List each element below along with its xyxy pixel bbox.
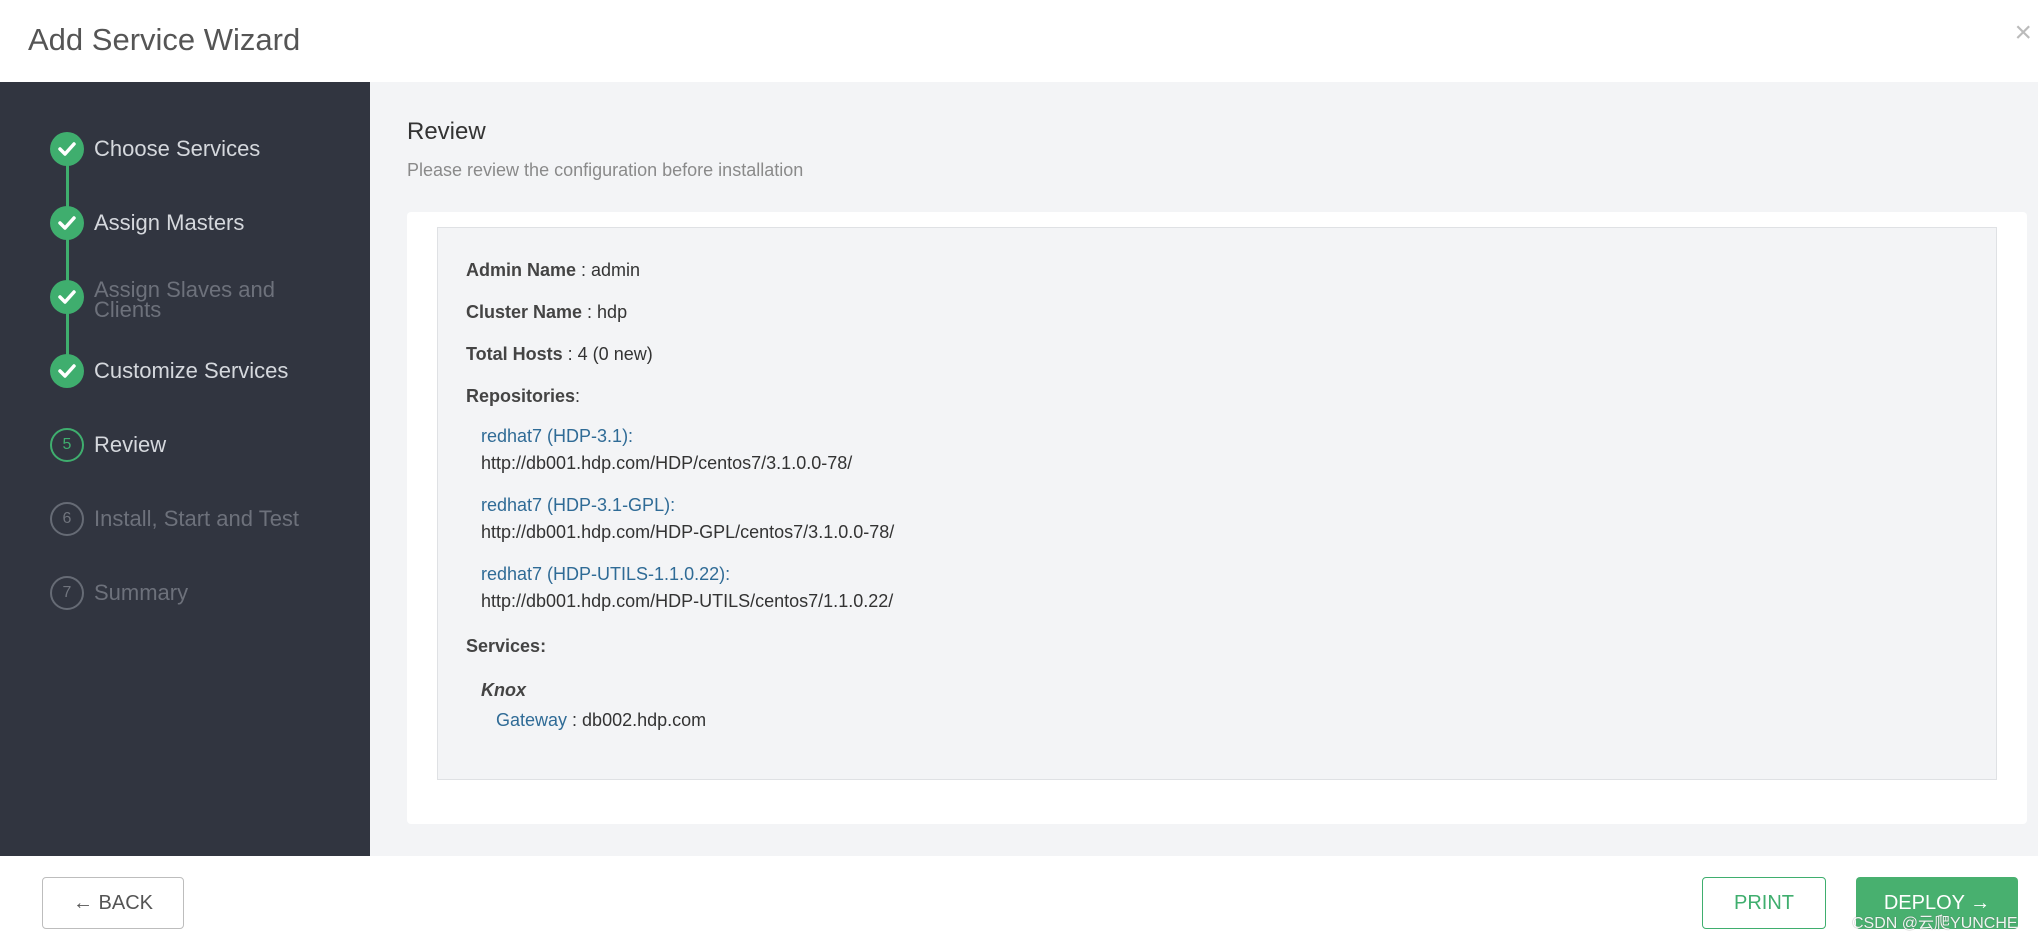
step-install-start-test: 6 Install, Start and Test [50, 502, 304, 536]
check-icon [50, 354, 84, 388]
step-label: Install, Start and Test [94, 506, 300, 531]
repo-url: http://db001.hdp.com/HDP/centos7/3.1.0.0… [481, 453, 853, 473]
service-name: Knox [481, 680, 526, 700]
step-assign-slaves-clients: Assign Slaves and Clients [50, 277, 304, 322]
review-card: Admin Name : admin Cluster Name : hdp To… [407, 212, 2027, 824]
step-assign-masters[interactable]: Assign Masters [50, 206, 304, 240]
step-review: 5 Review [50, 428, 304, 462]
close-icon[interactable]: × [2014, 18, 2032, 48]
review-summary: Admin Name : admin Cluster Name : hdp To… [437, 227, 1997, 780]
step-label: Assign Slaves and Clients [94, 277, 275, 322]
repo-url: http://db001.hdp.com/HDP-GPL/centos7/3.1… [481, 522, 895, 542]
cluster-name-value: : hdp [582, 302, 628, 322]
repo-item: redhat7 (HDP-3.1-GPL): http://db001.hdp.… [481, 495, 894, 543]
services-label: Services: [466, 636, 547, 656]
step-label: Choose Services [94, 136, 261, 161]
admin-name-value: : admin [576, 260, 641, 280]
repo-name: redhat7 (HDP-3.1): [481, 426, 634, 446]
repo-item: redhat7 (HDP-UTILS-1.1.0.22): http://db0… [481, 564, 893, 612]
admin-name-row: Admin Name : admin [466, 260, 640, 281]
repositories-row: Repositories: [466, 386, 580, 407]
services-row: Services: [466, 636, 546, 657]
step-label: Assign Masters [94, 210, 245, 235]
step-summary: 7 Summary [50, 576, 304, 610]
component-host: : db002.hdp.com [567, 710, 707, 730]
step-customize-services[interactable]: Customize Services [50, 354, 304, 388]
page-subtitle: Please review the configuration before i… [407, 160, 804, 180]
step-label: Customize Services [94, 358, 289, 383]
step-connector [66, 148, 69, 370]
total-hosts-label: Total Hosts [466, 344, 563, 364]
step-number: 7 [50, 576, 84, 610]
wizard-header: Add Service Wizard × [0, 0, 2038, 82]
page-title: Review [407, 118, 486, 145]
step-label: Summary [94, 580, 189, 605]
wizard-title: Add Service Wizard [28, 22, 301, 57]
cluster-name-label: Cluster Name [466, 302, 583, 322]
step-label: Review [94, 432, 167, 457]
wizard-steps-sidebar: Choose Services Assign Masters Assign Sl… [0, 82, 370, 856]
cluster-name-row: Cluster Name : hdp [466, 302, 627, 323]
repo-url: http://db001.hdp.com/HDP-UTILS/centos7/1… [481, 591, 894, 611]
admin-name-label: Admin Name [466, 260, 577, 280]
check-icon [50, 132, 84, 166]
total-hosts-value: : 4 (0 new) [562, 344, 653, 364]
repo-name: redhat7 (HDP-3.1-GPL): [481, 495, 676, 515]
repo-name: redhat7 (HDP-UTILS-1.1.0.22): [481, 564, 731, 584]
step-number: 5 [50, 428, 84, 462]
review-panel: Review Please review the configuration b… [370, 82, 2038, 856]
repositories-label: Repositories [466, 386, 576, 406]
step-number: 6 [50, 502, 84, 536]
repo-item: redhat7 (HDP-3.1): http://db001.hdp.com/… [481, 426, 852, 474]
total-hosts-row: Total Hosts : 4 (0 new) [466, 344, 653, 365]
step-choose-services[interactable]: Choose Services [50, 132, 304, 166]
check-icon [50, 206, 84, 240]
check-icon [50, 280, 84, 314]
component-name: Gateway [496, 710, 568, 730]
wizard-footer: ← BACK PRINT DEPLOY → [0, 856, 2038, 938]
watermark: CSDN @云爬YUNCHE [1852, 915, 2018, 932]
print-button[interactable]: PRINT [1702, 877, 1826, 929]
back-button[interactable]: ← BACK [42, 877, 184, 929]
repositories-suffix: : [575, 386, 581, 406]
service-component-row: Gateway : db002.hdp.com [496, 710, 706, 731]
